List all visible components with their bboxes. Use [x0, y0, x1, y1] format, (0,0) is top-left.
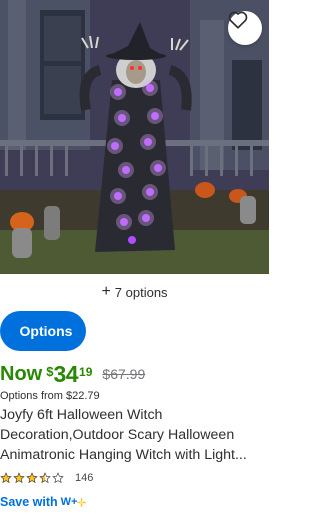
heart-icon	[228, 11, 248, 29]
favorite-button[interactable]	[228, 11, 262, 45]
walmart-plus-icon: W+	[61, 496, 87, 508]
plus-icon: +	[101, 282, 111, 300]
was-price: $67.99	[102, 366, 146, 382]
product-title-line: Joyfy 6ft Halloween Witch	[0, 407, 163, 423]
spark-icon	[77, 497, 87, 507]
witch-decoration-photo	[0, 0, 269, 274]
options-count-label: 7 options	[114, 284, 168, 300]
price-whole: 34	[53, 361, 79, 387]
options-button[interactable]: Options	[0, 311, 86, 351]
price-cents: 19	[79, 365, 93, 379]
product-title[interactable]: Joyfy 6ft Halloween Witch Decoration,Out…	[0, 405, 272, 465]
options-from-price: Options from $22.79	[0, 390, 100, 402]
product-card[interactable]: + 7 options Options Now $ 34 19 $67.99 O…	[0, 0, 279, 518]
product-title-line: Animatronic Hanging Witch with Light...	[0, 447, 247, 463]
star-half-icon	[39, 472, 51, 484]
star-icon	[0, 472, 12, 484]
price-currency: $	[46, 364, 54, 379]
product-image[interactable]	[0, 0, 269, 274]
walmart-plus-label: W+	[60, 496, 78, 508]
save-with-label: Save with	[0, 495, 58, 509]
product-title-line: Decoration,Outdoor Scary Halloween	[0, 427, 235, 443]
star-icon	[13, 472, 25, 484]
star-empty-icon	[52, 472, 64, 484]
review-count: 146	[75, 472, 94, 484]
price-now-label: Now	[0, 363, 43, 385]
rating: 146	[0, 470, 93, 486]
save-with-walmart-plus[interactable]: Save with W+	[0, 492, 87, 512]
price: Now $ 34 19 $67.99	[0, 360, 145, 390]
star-icon	[26, 472, 38, 484]
options-count[interactable]: + 7 options	[0, 282, 269, 302]
